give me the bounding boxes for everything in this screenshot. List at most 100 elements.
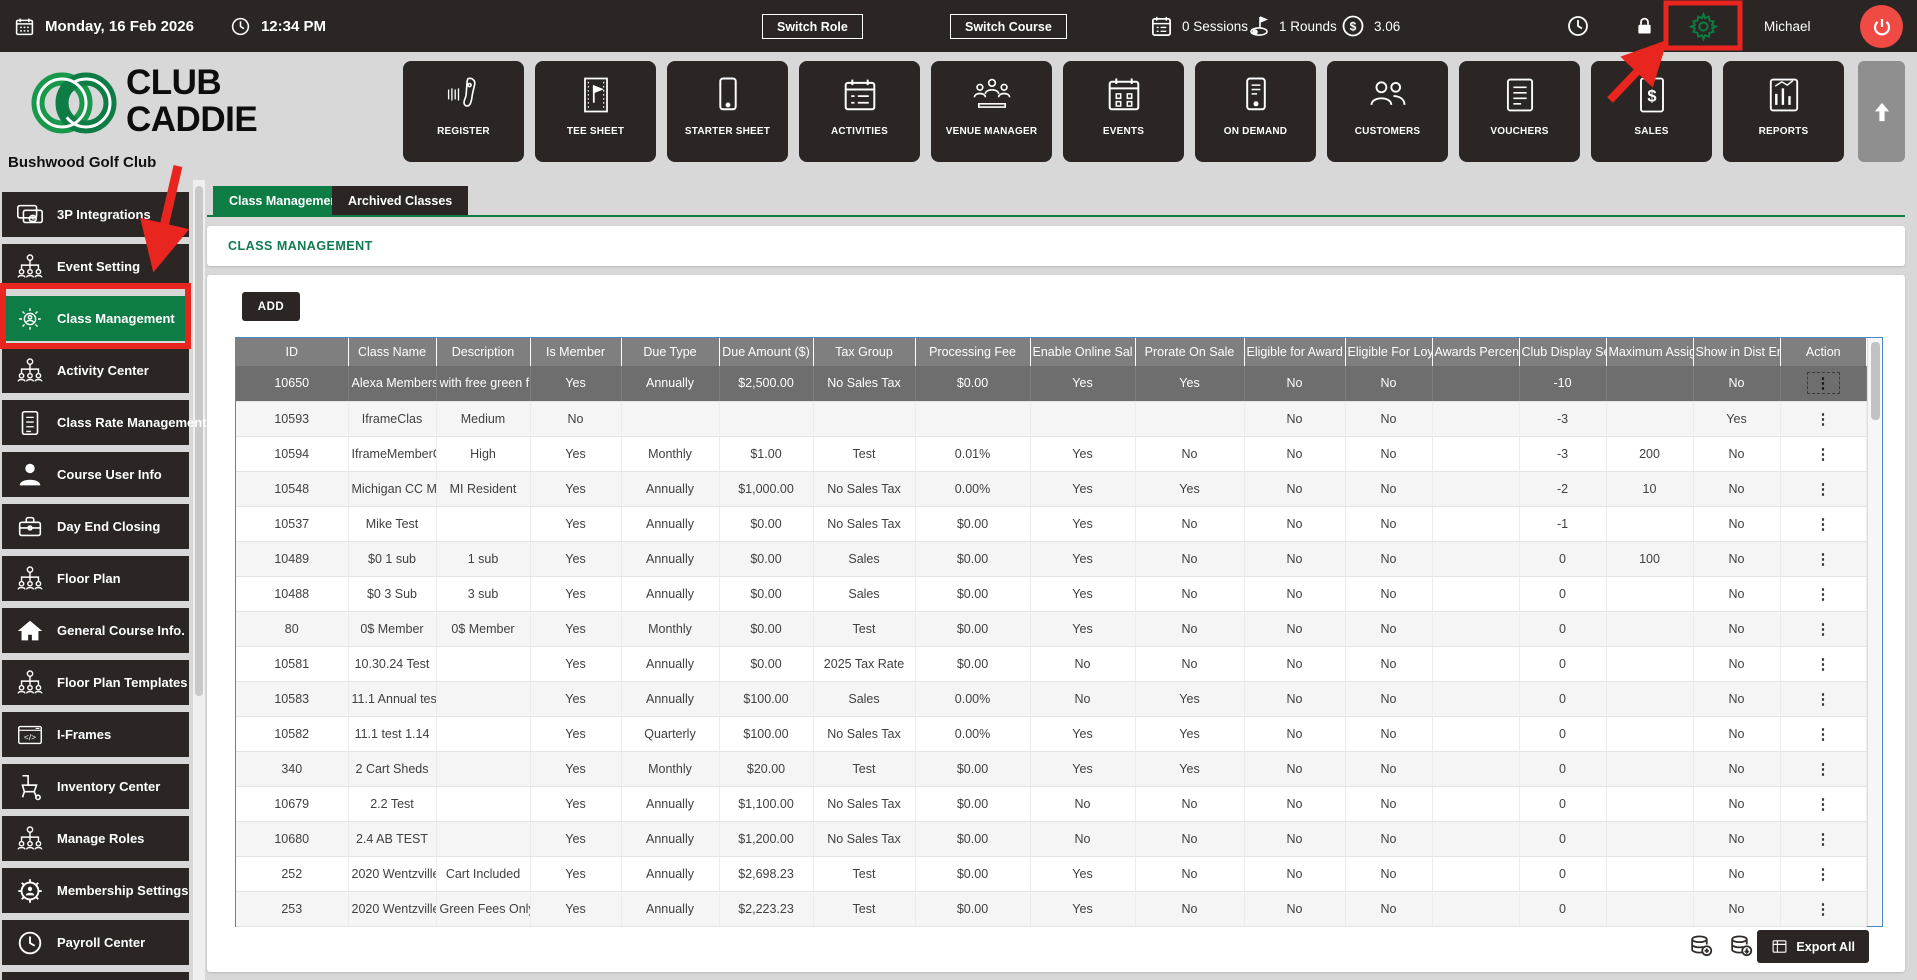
table-cell: No (1345, 786, 1433, 822)
row-action-menu-icon[interactable]: ⋮ (1816, 481, 1831, 498)
nav-tile-on-demand[interactable]: ON DEMAND (1195, 61, 1316, 162)
power-button[interactable] (1860, 5, 1903, 48)
row-action-menu-icon[interactable]: ⋮ (1816, 796, 1831, 813)
row-action-menu-icon[interactable]: ⋮ (1816, 586, 1831, 603)
nav-scroll-up-button[interactable] (1858, 61, 1905, 162)
table-row-10593[interactable]: 10593 IframeClas Medium No No No -3 Yes ⋮ (236, 401, 1867, 437)
switch-course-button[interactable]: Switch Course (950, 14, 1067, 39)
tab-archived-classes[interactable]: Archived Classes (332, 186, 469, 216)
user-name[interactable]: Michael (1764, 0, 1811, 52)
nav-tile-venue-manager[interactable]: VENUE MANAGER (931, 61, 1052, 162)
table-row-10680[interactable]: 10680 2.4 AB TEST Yes Annually $1,200.00 No S… (236, 821, 1867, 857)
column-header-maximum-assignm[interactable]: Maximum Assignm (1606, 338, 1694, 366)
column-header-club-display-sequ[interactable]: Club Display Sequ (1519, 338, 1607, 366)
row-action-menu-icon[interactable]: ⋮ (1816, 691, 1831, 708)
row-action-menu-icon[interactable]: ⋮ (1816, 516, 1831, 533)
sidebar-item-floor-plan-templates[interactable]: Floor Plan Templates (2, 660, 189, 705)
row-action-menu-icon[interactable]: ⋮ (1816, 726, 1831, 743)
table-row-10537[interactable]: 10537 Mike Test Yes Annually $0.00 No Sales T… (236, 506, 1867, 542)
row-action-menu-icon[interactable]: ⋮ (1816, 761, 1831, 778)
sidebar-item-class-management[interactable]: Class Management (2, 296, 189, 341)
sidebar-item-i-frames[interactable]: </> I-Frames (2, 712, 189, 757)
nav-tile-reports[interactable]: REPORTS (1723, 61, 1844, 162)
column-header-due-amount[interactable]: Due Amount ($) (719, 338, 814, 366)
export-database-add-icon[interactable] (1688, 933, 1713, 958)
table-row-80[interactable]: 80 0$ Member 0$ Member Yes Monthly $0.00 Test $… (236, 611, 1867, 647)
column-header-id[interactable]: ID (236, 338, 349, 366)
export-database-download-icon[interactable] (1728, 933, 1753, 958)
time-clock-icon[interactable] (1566, 0, 1590, 52)
nav-tile-vouchers[interactable]: VOUCHERS (1459, 61, 1580, 162)
sidebar-item-event-setting[interactable]: Event Setting (2, 244, 189, 289)
sidebar-item-class-rate-management[interactable]: Class Rate Management (2, 400, 207, 445)
column-header-tax-group[interactable]: Tax Group (813, 338, 916, 366)
table-row-253[interactable]: 2532020 Wentzville wGreen Fees OnlyYesAn… (236, 891, 1867, 927)
column-header-class-name[interactable]: Class Name (348, 338, 437, 366)
table-row-10489[interactable]: 10489 $0 1 sub 1 sub Yes Annually $0.00 Sales $… (236, 541, 1867, 577)
column-header-prorate-on-sale[interactable]: Prorate On Sale (1135, 338, 1245, 366)
table-row-10583[interactable]: 10583 11.1 Annual test Yes Annually $100.00 S… (236, 681, 1867, 717)
sidebar-item-general-course-info[interactable]: General Course Info. (2, 608, 189, 653)
column-header-awards-percentag[interactable]: Awards Percentag (1432, 338, 1520, 366)
row-action-menu-icon[interactable]: ⋮ (1816, 411, 1831, 428)
nav-tile-events[interactable]: EVENTS (1063, 61, 1184, 162)
row-action-menu-icon[interactable]: ⋮ (1816, 831, 1831, 848)
table-cell (1606, 576, 1694, 612)
rounds-counter[interactable]: 1 Rounds (1246, 0, 1337, 52)
sidebar-item-membership-settings[interactable]: Membership Settings (2, 868, 189, 913)
switch-role-button[interactable]: Switch Role (762, 14, 863, 39)
table-cell: Yes (1030, 891, 1136, 927)
sidebar-item-day-end-closing[interactable]: Day End Closing (2, 504, 189, 549)
nav-tile-register[interactable]: REGISTER (403, 61, 524, 162)
sidebar-scrollbar-thumb[interactable] (195, 186, 203, 696)
column-header-description[interactable]: Description (436, 338, 531, 366)
column-header-eligible-for-award[interactable]: Eligible for Award (1244, 338, 1346, 366)
table-scrollbar[interactable] (1866, 338, 1882, 926)
row-action-menu-icon[interactable]: ⋮ (1816, 866, 1831, 883)
table-row-10581[interactable]: 10581 10.30.24 Test Yes Annually $0.00 2025 T… (236, 646, 1867, 682)
nav-tile-starter-sheet[interactable]: STARTER SHEET (667, 61, 788, 162)
row-action-menu-icon[interactable]: ⋮ (1816, 446, 1831, 463)
column-header-due-type[interactable]: Due Type (621, 338, 720, 366)
table-row-10548[interactable]: 10548Michigan CC MemMI ResidentYesAnnual… (236, 471, 1867, 507)
table-scrollbar-thumb[interactable] (1870, 342, 1880, 420)
sidebar-item-floor-plan[interactable]: Floor Plan (2, 556, 189, 601)
table-row-10650[interactable]: 10650Alexa Membershiwith free green fYes… (236, 366, 1867, 402)
sidebar-item-inventory-center[interactable]: Inventory Center (2, 764, 189, 809)
sidebar-item-partial[interactable] (2, 972, 189, 980)
sidebar-item-payroll-center[interactable]: Payroll Center (2, 920, 189, 965)
sidebar-item-activity-center[interactable]: Activity Center (2, 348, 189, 393)
nav-tile-tee-sheet[interactable]: TEE SHEET (535, 61, 656, 162)
row-action-menu-icon[interactable]: ⋮ (1816, 656, 1831, 673)
nav-tile-customers[interactable]: CUSTOMERS (1327, 61, 1448, 162)
row-action-menu-icon[interactable]: ⋮ (1806, 372, 1840, 395)
table-row-252[interactable]: 2522020 Wentzville wCart IncludedYesAnnu… (236, 856, 1867, 892)
column-header-eligible-for-loyalt[interactable]: Eligible For Loyalt (1345, 338, 1433, 366)
table-row-10582[interactable]: 10582 11.1 test 1.14 Yes Quarterly $100.00 No… (236, 716, 1867, 752)
table-row-10488[interactable]: 10488 $0 3 Sub 3 sub Yes Annually $0.00 Sales $… (236, 576, 1867, 612)
column-header-action[interactable]: Action (1780, 338, 1866, 366)
table-cell: No (1244, 436, 1346, 472)
column-header-is-member[interactable]: Is Member (530, 338, 622, 366)
nav-tile-activities[interactable]: ACTIVITIES (799, 61, 920, 162)
lock-icon[interactable] (1634, 0, 1655, 52)
sidebar-item-course-user-info[interactable]: Course User Info (2, 452, 189, 497)
table-cell: No (1693, 506, 1781, 542)
column-header-enable-online-sal[interactable]: Enable Online Sal (1030, 338, 1136, 366)
table-row-340[interactable]: 340 2 Cart Sheds Yes Monthly $20.00 Test $0.00… (236, 751, 1867, 787)
sessions-counter[interactable]: 0 Sessions (1150, 0, 1248, 52)
column-header-show-in-dist-engi[interactable]: Show in Dist Engi (1693, 338, 1781, 366)
sidebar-item-3p-integrations[interactable]: $3P Integrations (2, 192, 189, 237)
sidebar-item-manage-roles[interactable]: Manage Roles (2, 816, 189, 861)
add-button[interactable]: ADD (242, 292, 300, 321)
export-all-button[interactable]: Export All (1757, 930, 1869, 963)
balance-counter[interactable]: $ 3.06 (1341, 0, 1400, 52)
row-action-menu-icon[interactable]: ⋮ (1816, 551, 1831, 568)
column-header-processing-fee[interactable]: Processing Fee (915, 338, 1031, 366)
table-row-10594[interactable]: 10594IframeMemberClaHighYesMonthly$1.00T… (236, 436, 1867, 472)
row-action-menu-icon[interactable]: ⋮ (1816, 901, 1831, 918)
settings-gear-icon[interactable] (1688, 0, 1719, 52)
table-row-10679[interactable]: 10679 2.2 Test Yes Annually $1,100.00 No Sale… (236, 786, 1867, 822)
nav-tile-sales[interactable]: $ SALES (1591, 61, 1712, 162)
row-action-menu-icon[interactable]: ⋮ (1816, 621, 1831, 638)
